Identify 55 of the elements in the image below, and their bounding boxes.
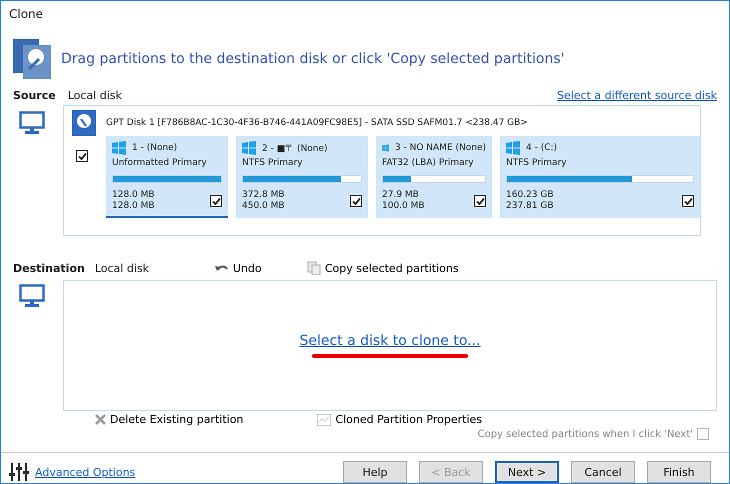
partition-type: NTFS Primary: [506, 158, 568, 168]
partition-name: 2 - ■〒 (None): [262, 142, 328, 154]
close-icon: [95, 414, 106, 425]
partition-checkbox[interactable]: [350, 195, 362, 207]
dialog-button[interactable]: Next >: [495, 461, 559, 483]
partition-card[interactable]: 2 - ■〒 (None) NTFS Primary 372.8 MB 450.0 MB: [236, 136, 368, 218]
partition-type: FAT32 (LBA) Primary: [382, 158, 475, 168]
used-size: 27.9 MB: [382, 190, 420, 201]
partition-card[interactable]: 3 - NO NAME (None) FAT32 (LBA) Primary 27.9 MB 100.0 MB: [376, 136, 492, 218]
windows-icon: [112, 141, 126, 155]
partition-name: 4 - (C:): [526, 143, 558, 153]
clone-disk-icon: [13, 39, 53, 79]
copy-partitions-button[interactable]: Copy selected partitions: [306, 261, 459, 275]
partition-card[interactable]: 1 - (None) Unformatted Primary 128.0 MB 128.0 MB: [106, 136, 228, 218]
partition-type: NTFS Primary: [242, 158, 304, 168]
source-disk-link[interactable]: Select a different source disk: [556, 88, 717, 102]
partition-checkbox[interactable]: [210, 195, 222, 207]
partition-name: 3 - NO NAME (None): [394, 143, 486, 153]
total-size: 450.0 MB: [242, 201, 285, 212]
used-size: 372.8 MB: [242, 190, 285, 201]
total-size: 100.0 MB: [382, 201, 425, 212]
partition-properties-button[interactable]: Cloned Partition Properties: [317, 413, 482, 426]
used-size: 128.0 MB: [112, 190, 155, 201]
windows-icon: [506, 141, 520, 155]
disk-type-label: Local disk: [68, 88, 123, 102]
advanced-options-link[interactable]: Advanced Options: [35, 466, 331, 478]
dialog-button[interactable]: Help: [343, 461, 407, 483]
undo-icon: [214, 263, 229, 273]
destination-label: Destination: [13, 262, 85, 274]
monitor-icon: [19, 284, 45, 308]
partition-name: 1 - (None): [132, 143, 178, 153]
window-title: Clone: [8, 6, 44, 23]
monitor-icon: [19, 111, 45, 135]
partition-card[interactable]: 4 - (C:) NTFS Primary 160.23 GB 237.81 GB: [500, 136, 700, 218]
partition-checkbox[interactable]: [682, 195, 694, 207]
disk-title: GPT Disk 1 [F786B8AC-1C30-4F36-B746-441A09FC98E5] - SATA SSD SAFM01.7 <238.47 GB>: [106, 118, 528, 128]
delete-partition-button[interactable]: Delete Existing partition: [95, 413, 244, 426]
select-disk-link[interactable]: Select a disk to clone to...: [299, 332, 481, 348]
dialog-button[interactable]: Cancel: [571, 461, 635, 483]
total-size: 128.0 MB: [112, 201, 155, 212]
windows-icon: [242, 141, 256, 155]
chart-icon: [317, 414, 332, 426]
copy-icon: [306, 261, 321, 275]
used-size: 160.23 GB: [506, 190, 554, 201]
sliders-icon: [9, 463, 29, 481]
instruction-text: Drag partitions to the destination disk or click 'Copy selected partitions': [61, 51, 564, 67]
dialog-button[interactable]: Finish: [647, 461, 711, 483]
copy-on-next-label: Copy selected partitions when I click 'Next': [478, 428, 693, 440]
total-size: 237.81 GB: [506, 201, 554, 212]
undo-button[interactable]: Undo: [214, 262, 307, 274]
partition-type: Unformatted Primary: [112, 158, 208, 168]
disk-type-label: Local disk: [94, 262, 150, 274]
source-label: Source: [13, 88, 56, 102]
partition-checkbox[interactable]: [474, 195, 486, 207]
disk-checkbox[interactable]: [76, 150, 88, 162]
